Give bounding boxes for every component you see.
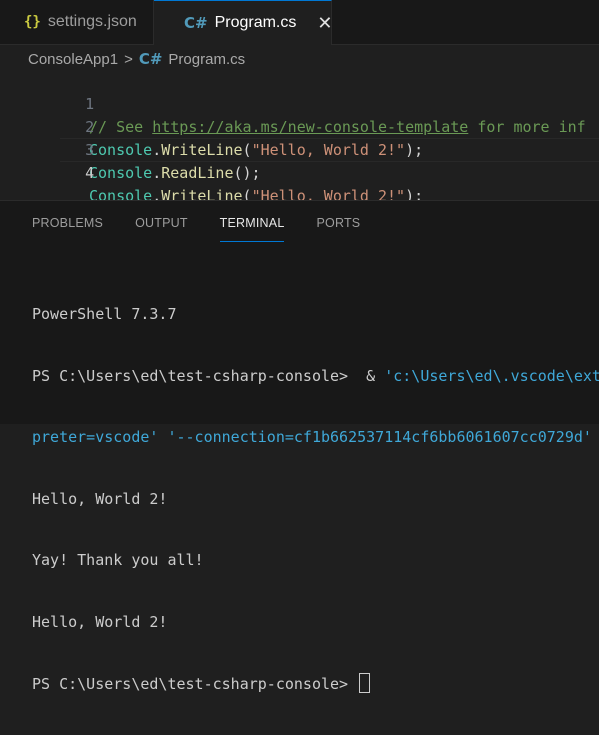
punct-token: . xyxy=(152,164,162,182)
code-editor[interactable]: 1 // See https://aka.ms/new-console-temp… xyxy=(0,70,599,205)
bottom-panel: PROBLEMS OUTPUT TERMINAL PORTS PowerShel… xyxy=(0,200,599,693)
terminal-line: Yay! Thank you all! xyxy=(32,551,204,569)
tab-program-cs[interactable]: C# Program.cs ✕ xyxy=(154,0,332,45)
command-path: 'c:\Users\ed\.vscode\ext xyxy=(384,366,599,385)
tab-label: Program.cs xyxy=(214,14,297,31)
terminal-cursor xyxy=(359,673,371,693)
tab-ports[interactable]: PORTS xyxy=(316,201,360,241)
chevron-right-icon: > xyxy=(124,50,133,68)
breadcrumb: ConsoleApp1 > C# Program.cs xyxy=(28,48,245,70)
prompt-text: PS C:\Users\ed\test-csharp-console> xyxy=(32,675,358,693)
code-line-4[interactable]: 4 Console.WriteLine("Hello, World 2!"); xyxy=(0,139,599,205)
tab-label: settings.json xyxy=(47,13,137,30)
terminal-line: PS C:\Users\ed\test-csharp-console> & 'c… xyxy=(32,366,599,387)
tab-settings-json[interactable]: {} settings.json xyxy=(0,0,154,44)
json-file-icon: {} xyxy=(24,14,41,30)
close-icon[interactable]: ✕ xyxy=(317,13,332,34)
editor-tab-bar: {} settings.json C# Program.cs ✕ xyxy=(0,0,599,45)
tab-problems[interactable]: PROBLEMS xyxy=(32,201,103,241)
breadcrumb-file[interactable]: Program.cs xyxy=(168,51,245,68)
terminal-line: Hello, World 2! xyxy=(32,489,168,508)
terminal-line: PowerShell 7.3.7 xyxy=(32,305,177,323)
class-token: Console xyxy=(89,164,153,182)
csharp-file-icon: C# xyxy=(138,50,163,68)
code-line-3[interactable]: 3 Console.ReadLine(); xyxy=(0,116,599,182)
terminal-line: preter=vscode' '--connection=cf1b6625371… xyxy=(32,428,592,446)
csharp-file-icon: C# xyxy=(184,14,208,32)
terminal-output[interactable]: PowerShell 7.3.7 PS C:\Users\ed\test-csh… xyxy=(32,263,599,735)
line-number: 4 xyxy=(85,164,95,182)
code-line-2[interactable]: 2 Console.WriteLine("Hello, World 2!"); xyxy=(0,93,599,159)
breadcrumb-project[interactable]: ConsoleApp1 xyxy=(28,51,118,68)
code-line-1[interactable]: 1 // See https://aka.ms/new-console-temp… xyxy=(0,70,599,136)
tab-output[interactable]: OUTPUT xyxy=(135,201,188,241)
terminal-line: Hello, World 2! xyxy=(32,612,168,631)
punct-token: (); xyxy=(233,164,261,182)
method-token: ReadLine xyxy=(161,164,234,182)
panel-tabs: PROBLEMS OUTPUT TERMINAL PORTS xyxy=(0,201,360,242)
terminal-prompt-line[interactable]: PS C:\Users\ed\test-csharp-console> xyxy=(32,673,599,694)
tab-terminal[interactable]: TERMINAL xyxy=(219,201,285,242)
prompt-text: PS C:\Users\ed\test-csharp-console> & xyxy=(32,366,385,385)
